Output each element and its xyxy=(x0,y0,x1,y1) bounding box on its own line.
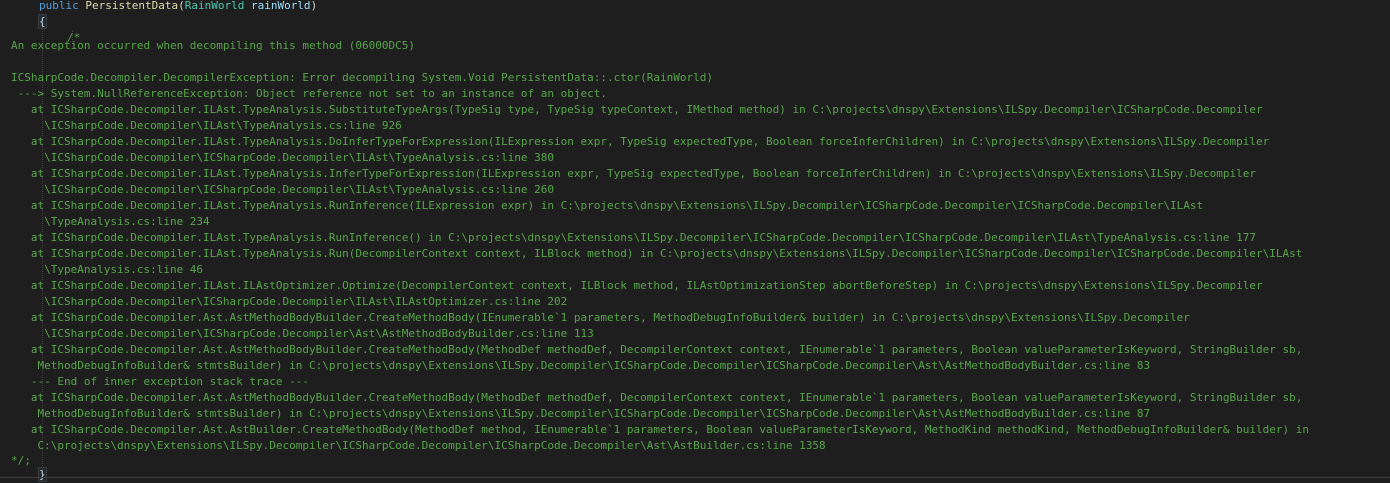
comment-line: at ICSharpCode.Decompiler.Ast.AstMethodB… xyxy=(11,391,1303,404)
comment-line: at ICSharpCode.Decompiler.Ast.AstMethodB… xyxy=(11,343,1303,356)
comment-line: at ICSharpCode.Decompiler.ILAst.TypeAnal… xyxy=(11,103,1263,116)
comment-line: ICSharpCode.Decompiler.DecompilerExcepti… xyxy=(11,71,713,84)
param-name[interactable]: rainWorld xyxy=(251,0,311,12)
comment-line: at ICSharpCode.Decompiler.Ast.AstMethodB… xyxy=(11,311,1190,324)
comment-line: at ICSharpCode.Decompiler.ILAst.TypeAnal… xyxy=(11,231,1257,244)
code-editor[interactable]: public PersistentData(RainWorld rainWorl… xyxy=(0,0,1390,482)
close-brace[interactable]: } xyxy=(38,467,47,482)
method-name[interactable]: PersistentData xyxy=(85,0,178,12)
comment-line: \ICSharpCode.Decompiler\ILAst\TypeAnalys… xyxy=(11,119,402,132)
comment-close: */; xyxy=(11,454,31,467)
open-brace[interactable]: { xyxy=(38,14,47,29)
comment-line: ---> System.NullReferenceException: Obje… xyxy=(11,87,608,100)
comment-line: MethodDebugInfoBuilder& stmtsBuilder) in… xyxy=(11,407,1151,420)
comment-line: \ICSharpCode.Decompiler\ICSharpCode.Deco… xyxy=(11,327,594,340)
close-brace-line: } xyxy=(38,467,47,483)
open-brace-line: { xyxy=(38,14,47,30)
comment-line: --- End of inner exception stack trace -… xyxy=(11,375,310,388)
comment-line: at ICSharpCode.Decompiler.ILAst.ILAstOpt… xyxy=(11,279,1263,292)
param-type[interactable]: RainWorld xyxy=(185,0,245,12)
comment-line: \TypeAnalysis.cs:line 234 xyxy=(11,215,210,228)
comment-line: MethodDebugInfoBuilder& stmtsBuilder) in… xyxy=(11,359,1151,372)
comment-line: at ICSharpCode.Decompiler.ILAst.TypeAnal… xyxy=(11,247,1303,260)
open-paren: ( xyxy=(178,0,185,12)
comment-line: \TypeAnalysis.cs:line 46 xyxy=(11,263,204,276)
keyword-public: public xyxy=(39,0,79,12)
comment-line: An exception occurred when decompiling t… xyxy=(11,39,415,52)
method-signature-line: public PersistentData(RainWorld rainWorl… xyxy=(39,0,317,14)
comment-line: at ICSharpCode.Decompiler.ILAst.TypeAnal… xyxy=(11,167,1257,180)
comment-line: C:\projects\dnspy\Extensions\ILSpy.Decom… xyxy=(11,439,826,452)
comment-line: \ICSharpCode.Decompiler\ICSharpCode.Deco… xyxy=(11,151,555,164)
comment-line: at ICSharpCode.Decompiler.Ast.AstBuilder… xyxy=(11,423,1310,436)
close-paren: ) xyxy=(310,0,318,12)
comment-line: \ICSharpCode.Decompiler\ICSharpCode.Deco… xyxy=(11,295,568,308)
comment-line: at ICSharpCode.Decompiler.ILAst.TypeAnal… xyxy=(11,135,1270,148)
comment-line: \ICSharpCode.Decompiler\ICSharpCode.Deco… xyxy=(11,183,555,196)
comment-line: at ICSharpCode.Decompiler.ILAst.TypeAnal… xyxy=(11,199,1204,212)
